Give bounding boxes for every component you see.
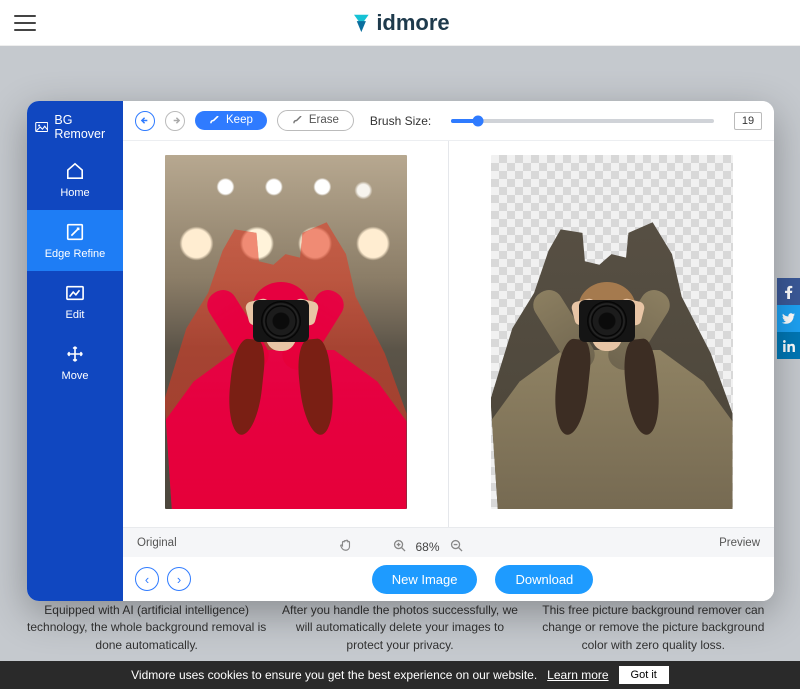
erase-label: Erase — [309, 114, 339, 126]
panels — [123, 141, 774, 527]
preview-panel — [449, 141, 774, 527]
keep-button[interactable]: Keep — [195, 111, 267, 130]
sidebar-item-edit[interactable]: Edit — [27, 271, 123, 332]
download-button[interactable]: Download — [495, 565, 593, 594]
eraser-icon — [292, 116, 303, 125]
hamburger-icon[interactable] — [14, 15, 36, 31]
original-image[interactable] — [165, 155, 407, 509]
preview-image[interactable] — [491, 155, 733, 509]
sidebar: BG Remover Home Edge Refine Edit — [27, 101, 123, 601]
sidebar-item-label: Edit — [66, 309, 85, 321]
pan-hand-icon[interactable] — [338, 538, 352, 555]
sidebar-item-home[interactable]: Home — [27, 149, 123, 210]
sidebar-title-text: BG Remover — [54, 113, 115, 141]
home-icon — [65, 161, 85, 181]
workarea: Keep Erase Brush Size: 19 — [123, 101, 774, 601]
new-image-button[interactable]: New Image — [372, 565, 478, 594]
zoom-percent: 68% — [415, 540, 439, 554]
background-columns: Equipped with AI (artificial intelligenc… — [0, 602, 800, 654]
original-label: Original — [137, 537, 177, 549]
brush-size-value: 19 — [734, 112, 762, 130]
brush-size-label: Brush Size: — [370, 114, 431, 128]
app-window: BG Remover Home Edge Refine Edit — [27, 101, 774, 601]
edit-icon — [65, 283, 85, 303]
next-image-button[interactable]: › — [167, 567, 191, 591]
sidebar-item-label: Move — [62, 370, 89, 382]
social-rail — [777, 278, 800, 359]
column-2: After you handle the photos successfully… — [280, 602, 520, 654]
column-3: This free picture background remover can… — [533, 602, 773, 654]
facebook-icon[interactable] — [777, 278, 800, 305]
edge-refine-icon — [65, 222, 85, 242]
cookie-bar: Vidmore uses cookies to ensure you get t… — [0, 661, 800, 689]
sidebar-title: BG Remover — [27, 101, 123, 149]
page-body: Equipped with AI (artificial intelligenc… — [0, 46, 800, 689]
sidebar-item-move[interactable]: Move — [27, 332, 123, 393]
zoom-out-icon[interactable] — [450, 539, 463, 555]
keep-label: Keep — [226, 114, 253, 126]
undo-button[interactable] — [135, 111, 155, 131]
zoom-controls: 68% — [338, 538, 462, 555]
preview-label: Preview — [719, 537, 760, 549]
cookie-learn-more-link[interactable]: Learn more — [547, 668, 608, 682]
bg-remover-icon — [35, 120, 48, 134]
brand-logo[interactable]: idmore — [350, 10, 449, 36]
logo-icon — [350, 12, 372, 34]
erase-button[interactable]: Erase — [277, 110, 354, 131]
cookie-accept-button[interactable]: Got it — [619, 666, 669, 684]
brush-icon — [209, 116, 220, 125]
move-icon — [65, 344, 85, 364]
brush-size-slider[interactable] — [451, 119, 714, 123]
sidebar-item-edge-refine[interactable]: Edge Refine — [27, 210, 123, 271]
redo-button[interactable] — [165, 111, 185, 131]
slider-thumb[interactable] — [472, 115, 483, 126]
toolbar: Keep Erase Brush Size: 19 — [123, 101, 774, 141]
column-1: Equipped with AI (artificial intelligenc… — [27, 602, 267, 654]
linkedin-icon[interactable] — [777, 332, 800, 359]
cookie-text: Vidmore uses cookies to ensure you get t… — [131, 668, 537, 682]
site-header: idmore — [0, 0, 800, 46]
sidebar-item-label: Home — [60, 187, 89, 199]
sidebar-item-label: Edge Refine — [45, 248, 106, 260]
zoom-in-icon[interactable] — [392, 539, 405, 555]
actions-bar: ‹ › New Image Download — [123, 557, 774, 601]
brand-text: idmore — [376, 10, 449, 36]
twitter-icon[interactable] — [777, 305, 800, 332]
original-panel — [123, 141, 449, 527]
prev-image-button[interactable]: ‹ — [135, 567, 159, 591]
